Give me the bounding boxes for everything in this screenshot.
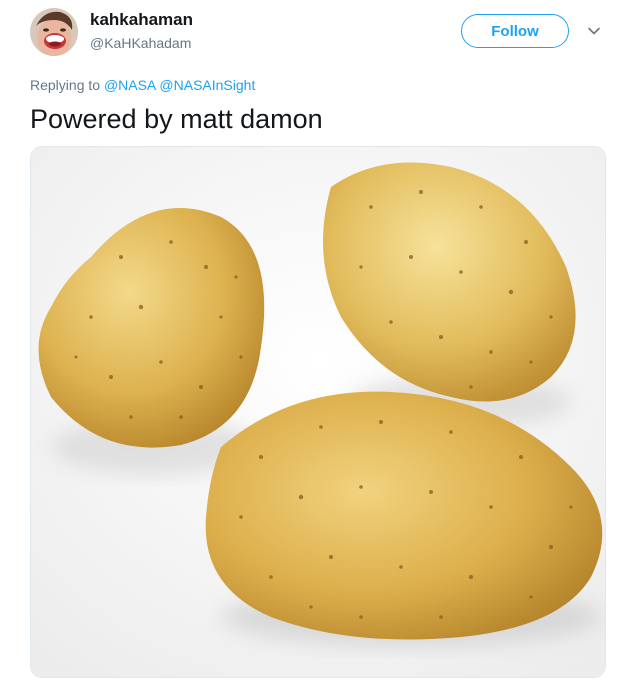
reply-context: Replying to @NASA @NASAInSight (30, 76, 255, 94)
reply-prefix: Replying to (30, 77, 104, 93)
user-handle[interactable]: @KaHKahadam (90, 35, 191, 51)
mention-link-nasainsight[interactable]: @NASAInSight (159, 77, 255, 93)
mention-link-nasa[interactable]: @NASA (104, 77, 156, 93)
follow-button[interactable]: Follow (461, 14, 569, 48)
tweet-media[interactable] (30, 146, 606, 678)
chevron-down-icon[interactable] (586, 23, 602, 39)
avatar-image (30, 8, 78, 56)
tweet-card: kahkahaman @KaHKahadam Follow Replying t… (0, 0, 635, 683)
potatoes-image (31, 147, 605, 677)
avatar[interactable] (30, 8, 78, 56)
tweet-text: Powered by matt damon (30, 104, 323, 134)
display-name[interactable]: kahkahaman (90, 10, 193, 30)
